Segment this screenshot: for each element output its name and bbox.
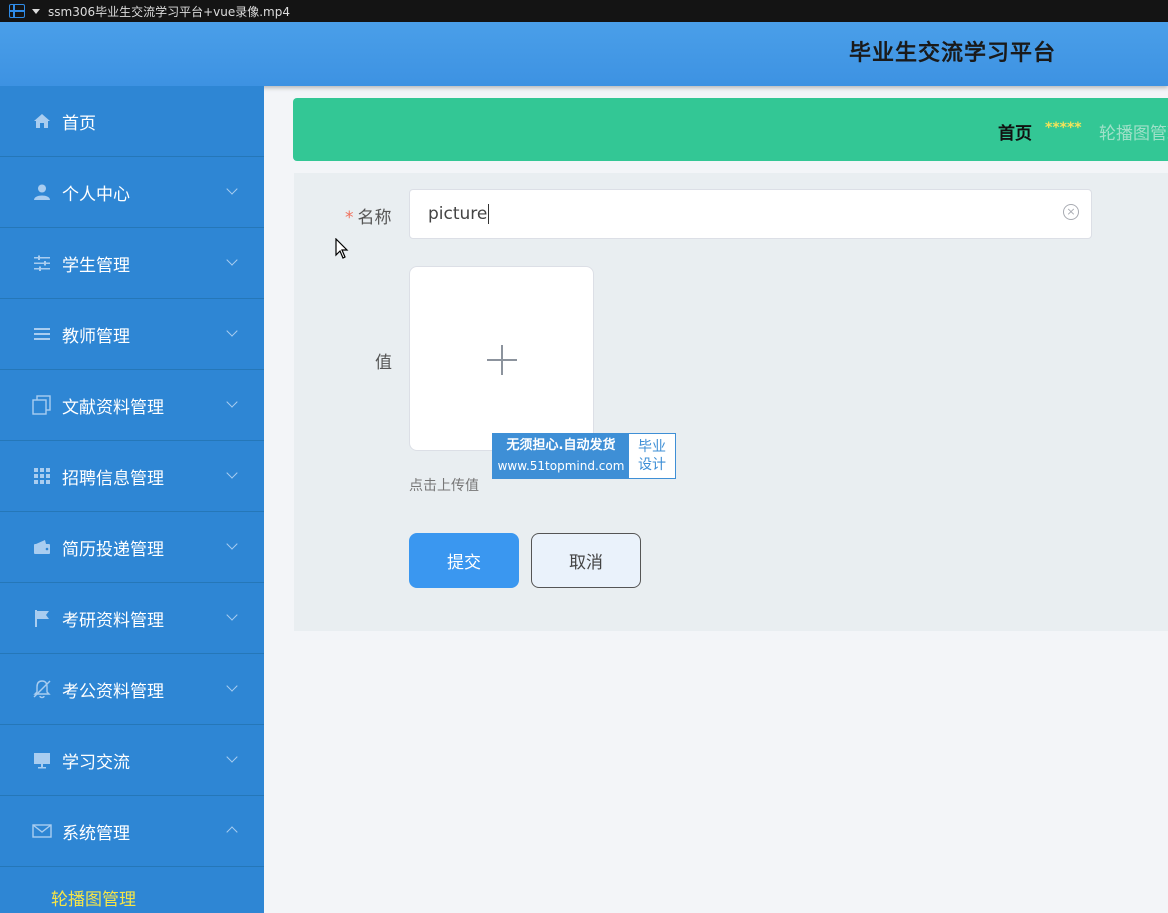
watermark-line2: www.51topmind.com: [497, 459, 625, 473]
watermark: 无须担心.自动发货 www.51topmind.com 毕业 设计: [492, 433, 676, 479]
chevron-down-icon: [226, 751, 238, 763]
watermark-line1: 无须担心.自动发货: [506, 438, 616, 453]
sidebar-item-label: 首页: [62, 113, 96, 134]
sidebar-item-exchange[interactable]: 学习交流: [0, 725, 264, 796]
sidebar-item-literature[interactable]: 文献资料管理: [0, 370, 264, 441]
watermark-side2: 设计: [638, 457, 666, 473]
sidebar-subitem-carousel[interactable]: 轮播图管理: [0, 867, 264, 913]
dropdown-caret-icon[interactable]: [32, 8, 40, 14]
sidebar-item-label: 学生管理: [62, 255, 130, 276]
sidebar-item-label: 考公资料管理: [62, 681, 164, 702]
sidebar-item-label: 招聘信息管理: [62, 468, 164, 489]
breadcrumb-current: 轮播图管理: [1099, 124, 1168, 144]
sidebar-subitem-label: 轮播图管理: [51, 889, 136, 910]
form-panel: * 名称 picture × 值 点击上传值 提交 取消: [294, 173, 1168, 631]
name-field-label: * 名称: [345, 208, 392, 228]
chevron-down-icon: [226, 680, 238, 692]
breadcrumb-separator: *****: [1045, 120, 1082, 136]
sidebar-item-label: 学习交流: [62, 752, 130, 773]
user-icon: [32, 182, 52, 202]
sidebar-item-recruitment[interactable]: 招聘信息管理: [0, 441, 264, 512]
chevron-down-icon: [226, 538, 238, 550]
watermark-side1: 毕业: [638, 439, 666, 455]
chevron-down-icon: [226, 325, 238, 337]
sidebar-item-label: 系统管理: [62, 823, 130, 844]
sliders-icon: [32, 253, 52, 273]
upload-hint: 点击上传值: [409, 478, 479, 494]
text-caret: [488, 204, 490, 224]
cancel-button[interactable]: 取消: [531, 533, 641, 588]
flag-icon: [32, 608, 52, 628]
submit-button[interactable]: 提交: [409, 533, 519, 588]
list-icon: [32, 324, 52, 344]
mail-icon: [32, 821, 52, 841]
clear-icon[interactable]: ×: [1063, 204, 1079, 220]
wallet-icon: [32, 537, 52, 557]
sidebar: 首页 个人中心 学生管理 教师管理 文献资料管理 招聘信息管理 简历投递管理 考…: [0, 86, 264, 913]
chevron-up-icon: [226, 826, 238, 838]
sidebar-item-system[interactable]: 系统管理: [0, 796, 264, 867]
sidebar-item-students[interactable]: 学生管理: [0, 228, 264, 299]
chevron-down-icon: [226, 467, 238, 479]
sidebar-item-label: 个人中心: [62, 184, 130, 205]
window-title: ssm306毕业生交流学习平台+vue录像.mp4: [48, 4, 290, 19]
home-icon: [32, 111, 52, 131]
chevron-down-icon: [226, 396, 238, 408]
sidebar-item-postgrad[interactable]: 考研资料管理: [0, 583, 264, 654]
sidebar-item-home[interactable]: 首页: [0, 86, 264, 157]
bell-off-icon: [32, 679, 52, 699]
breadcrumb-home[interactable]: 首页: [998, 119, 1032, 144]
sidebar-item-label: 文献资料管理: [62, 397, 164, 418]
sidebar-item-civil-service[interactable]: 考公资料管理: [0, 654, 264, 725]
sidebar-item-label: 教师管理: [62, 326, 130, 347]
sidebar-item-label: 简历投递管理: [62, 539, 164, 560]
mouse-cursor-icon: [335, 238, 349, 259]
app-title: 毕业生交流学习平台: [849, 41, 1057, 66]
app-layout-icon[interactable]: [9, 4, 25, 18]
chevron-down-icon: [226, 183, 238, 195]
copy-icon: [32, 395, 52, 415]
sidebar-item-resume[interactable]: 简历投递管理: [0, 512, 264, 583]
sidebar-item-teachers[interactable]: 教师管理: [0, 299, 264, 370]
value-field-label: 值: [375, 353, 392, 373]
grid-icon: [32, 466, 52, 486]
image-upload-box[interactable]: [409, 266, 594, 451]
chevron-down-icon: [226, 254, 238, 266]
name-input-value: picture: [428, 204, 488, 224]
monitor-icon: [32, 750, 52, 770]
window-titlebar: ssm306毕业生交流学习平台+vue录像.mp4: [0, 0, 1168, 22]
name-input[interactable]: picture ×: [409, 189, 1092, 239]
sidebar-item-profile[interactable]: 个人中心: [0, 157, 264, 228]
app-header: 毕业生交流学习平台: [0, 22, 1168, 86]
chevron-down-icon: [226, 609, 238, 621]
breadcrumb: 首页 ***** 轮播图管理: [293, 98, 1168, 161]
sidebar-item-label: 考研资料管理: [62, 610, 164, 631]
required-mark: *: [345, 208, 354, 228]
